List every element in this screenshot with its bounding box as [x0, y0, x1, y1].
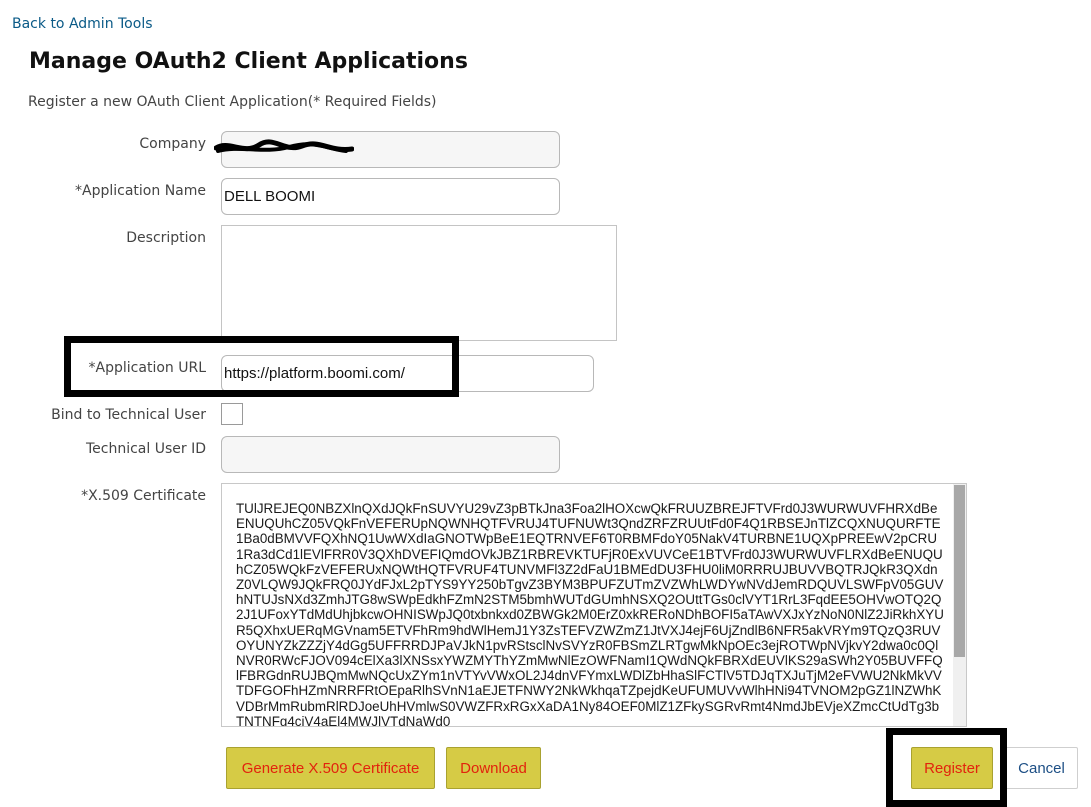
- certificate-textarea[interactable]: TUlJREJEQ0NBZXlnQXdJQkFnSUVYU29vZ3pBTkJn…: [221, 483, 967, 727]
- certificate-scrollbar-thumb[interactable]: [954, 485, 965, 657]
- cancel-button[interactable]: Cancel: [1005, 747, 1078, 789]
- highlight-box-register: [886, 728, 1007, 807]
- page-title: Manage OAuth2 Client Applications: [29, 49, 468, 74]
- highlight-box-application-url: [64, 336, 459, 397]
- back-to-admin-tools-link[interactable]: Back to Admin Tools: [12, 16, 153, 32]
- certificate-label: *X.509 Certificate: [81, 488, 206, 504]
- download-button[interactable]: Download: [446, 747, 541, 789]
- description-field[interactable]: [221, 225, 617, 341]
- company-label: Company: [139, 136, 206, 152]
- application-name-field[interactable]: [221, 178, 560, 215]
- redaction-scribble: [214, 139, 354, 153]
- form-subtitle: Register a new OAuth Client Application(…: [28, 94, 437, 110]
- bind-technical-user-checkbox[interactable]: [221, 403, 243, 425]
- technical-user-id-field[interactable]: [221, 436, 560, 473]
- certificate-scrollbar[interactable]: [953, 484, 966, 726]
- technical-user-id-label: Technical User ID: [85, 441, 206, 457]
- application-name-label: *Application Name: [75, 183, 206, 199]
- generate-certificate-button[interactable]: Generate X.509 Certificate: [226, 747, 435, 789]
- certificate-text: TUlJREJEQ0NBZXlnQXdJQkFnSUVYU29vZ3pBTkJn…: [236, 501, 944, 727]
- description-label: Description: [126, 230, 206, 246]
- bind-technical-user-label: Bind to Technical User: [51, 407, 206, 423]
